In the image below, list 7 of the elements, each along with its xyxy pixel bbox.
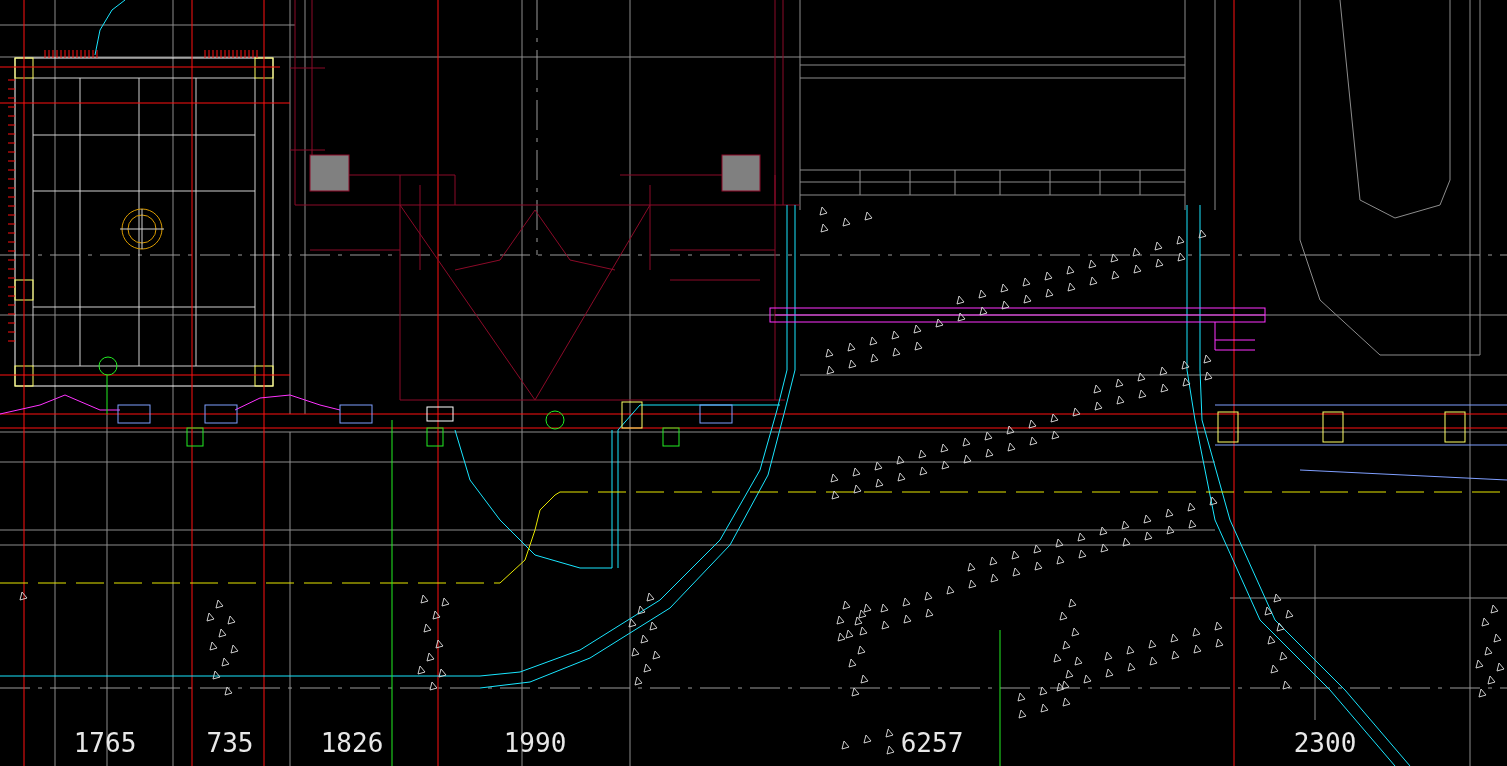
dimension-label: 6257 <box>900 728 964 758</box>
dimension-label: 2300 <box>1293 728 1357 758</box>
dimension-label: 1765 <box>73 728 137 758</box>
dimension-label: 735 <box>206 728 254 758</box>
dimension-label: 1990 <box>503 728 567 758</box>
drawing-canvas[interactable]: 1765 735 1826 1990 6257 2300 <box>0 0 1507 766</box>
dimension-label: 1826 <box>320 728 384 758</box>
